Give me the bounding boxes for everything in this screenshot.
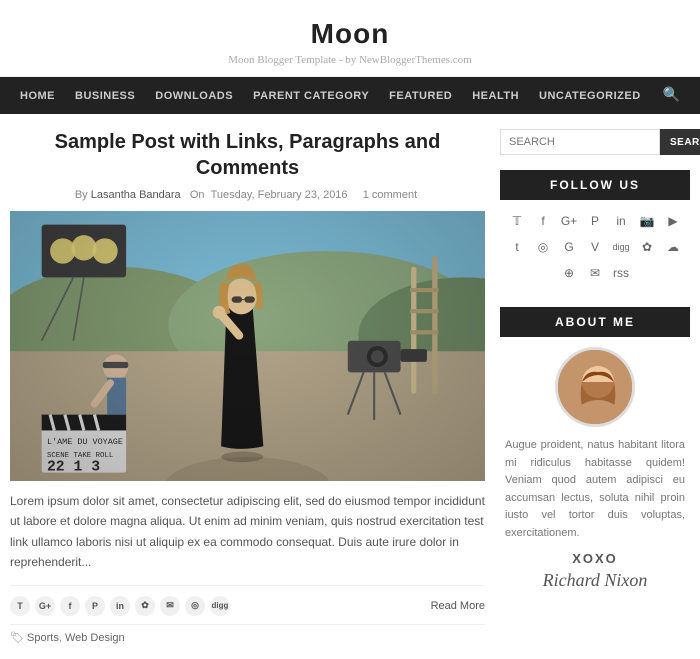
social-soundcloud[interactable]: ☁ (662, 236, 684, 258)
follow-widget: FOLLOW US 𝕋 f G+ P in 📷 ▶ t ◎ G V digg ✿… (500, 170, 690, 292)
share-linkedin[interactable]: in (110, 596, 130, 616)
share-gplus[interactable]: G+ (35, 596, 55, 616)
avatar-image (558, 350, 632, 424)
nav-downloads[interactable]: DOWNLOADS (145, 78, 243, 114)
site-tagline: Moon Blogger Template - by NewBloggerThe… (0, 54, 700, 66)
main-content: Sample Post with Links, Paragraphs and C… (10, 129, 485, 644)
sidebar: SEARCH FOLLOW US 𝕋 f G+ P in 📷 ▶ t ◎ G V… (500, 129, 690, 644)
nav-home[interactable]: HOME (10, 78, 65, 114)
social-gplus[interactable]: G+ (558, 210, 580, 232)
share-pinterest[interactable]: P (85, 596, 105, 616)
nav-health[interactable]: HEALTH (462, 78, 529, 114)
nav-search-icon[interactable]: 🔍 (653, 77, 690, 114)
nav-uncategorized[interactable]: UNCATEGORIZED (529, 78, 651, 114)
about-avatar (555, 347, 635, 427)
social-delicious[interactable]: ◎ (532, 236, 554, 258)
social-instagram[interactable]: 📷 (636, 210, 658, 232)
avatar-svg (558, 350, 635, 427)
about-widget: ABOUT ME Augue proident, natus habitant … (500, 307, 690, 591)
post-footer: T G+ f P in ✿ ✉ ◎ digg Read More (10, 585, 485, 616)
site-title: Moon (0, 18, 700, 50)
social-rss[interactable]: rss (610, 262, 632, 284)
social-icons-grid: 𝕋 f G+ P in 📷 ▶ t ◎ G V digg ✿ ☁ ⊕ ✉ rss (500, 210, 690, 292)
post-excerpt: Lorem ipsum dolor sit amet, consectetur … (10, 491, 485, 573)
post-share-icons: T G+ f P in ✿ ✉ ◎ digg (10, 596, 230, 616)
social-email[interactable]: ✉ (584, 262, 606, 284)
about-widget-title: ABOUT ME (500, 307, 690, 337)
social-github[interactable]: G (558, 236, 580, 258)
post-comments: 1 comment (363, 189, 417, 201)
nav-parent-category[interactable]: PARENT CATEGORY (243, 78, 379, 114)
nav-featured[interactable]: FEATURED (379, 78, 462, 114)
sidebar-search-widget: SEARCH (500, 129, 690, 155)
post-meta: By Lasantha Bandara On Tuesday, February… (10, 189, 485, 201)
social-youtube[interactable]: ▶ (662, 210, 684, 232)
read-more-link[interactable]: Read More (431, 600, 485, 612)
post-tag-webdesign[interactable]: Web Design (65, 632, 125, 644)
social-pinterest[interactable]: P (584, 210, 606, 232)
post-image: L'AME DU VOYAGE SCENE TAKE ROLL 22 1 3 (10, 211, 485, 481)
post-date: Tuesday, February 23, 2016 (211, 189, 348, 201)
social-linkedin[interactable]: in (610, 210, 632, 232)
share-digg[interactable]: digg (210, 596, 230, 616)
share-email[interactable]: ✉ (160, 596, 180, 616)
follow-widget-title: FOLLOW US (500, 170, 690, 200)
share-twitter[interactable]: T (10, 596, 30, 616)
share-rss[interactable]: ◎ (185, 596, 205, 616)
social-tumblr[interactable]: t (506, 236, 528, 258)
social-stumble[interactable]: ✿ (636, 236, 658, 258)
sidebar-search-input[interactable] (500, 129, 660, 155)
social-xing[interactable]: ⊕ (558, 262, 580, 284)
nav-bar: HOME BUSINESS DOWNLOADS PARENT CATEGORY … (0, 77, 700, 114)
share-stumble[interactable]: ✿ (135, 596, 155, 616)
social-digg[interactable]: digg (610, 236, 632, 258)
about-xoxo: XOXO (500, 551, 690, 566)
post-author[interactable]: Lasantha Bandara (91, 189, 181, 201)
nav-business[interactable]: BUSINESS (65, 78, 145, 114)
social-twitter[interactable]: 𝕋 (506, 210, 528, 232)
post-tags: 🏷 Sports, Web Design (10, 624, 485, 644)
post-tag-sports[interactable]: Sports (27, 632, 59, 644)
social-vimeo[interactable]: V (584, 236, 606, 258)
main-layout: Sample Post with Links, Paragraphs and C… (0, 114, 700, 659)
about-text: Augue proident, natus habitant litora mi… (500, 437, 690, 543)
sidebar-search-button[interactable]: SEARCH (660, 129, 700, 155)
post-article: Sample Post with Links, Paragraphs and C… (10, 129, 485, 644)
about-signature: Richard Nixon (500, 570, 690, 591)
post-title: Sample Post with Links, Paragraphs and C… (10, 129, 485, 181)
share-facebook[interactable]: f (60, 596, 80, 616)
social-facebook[interactable]: f (532, 210, 554, 232)
site-header: Moon Moon Blogger Template - by NewBlogg… (0, 0, 700, 77)
tag-icon: 🏷 (10, 632, 27, 644)
